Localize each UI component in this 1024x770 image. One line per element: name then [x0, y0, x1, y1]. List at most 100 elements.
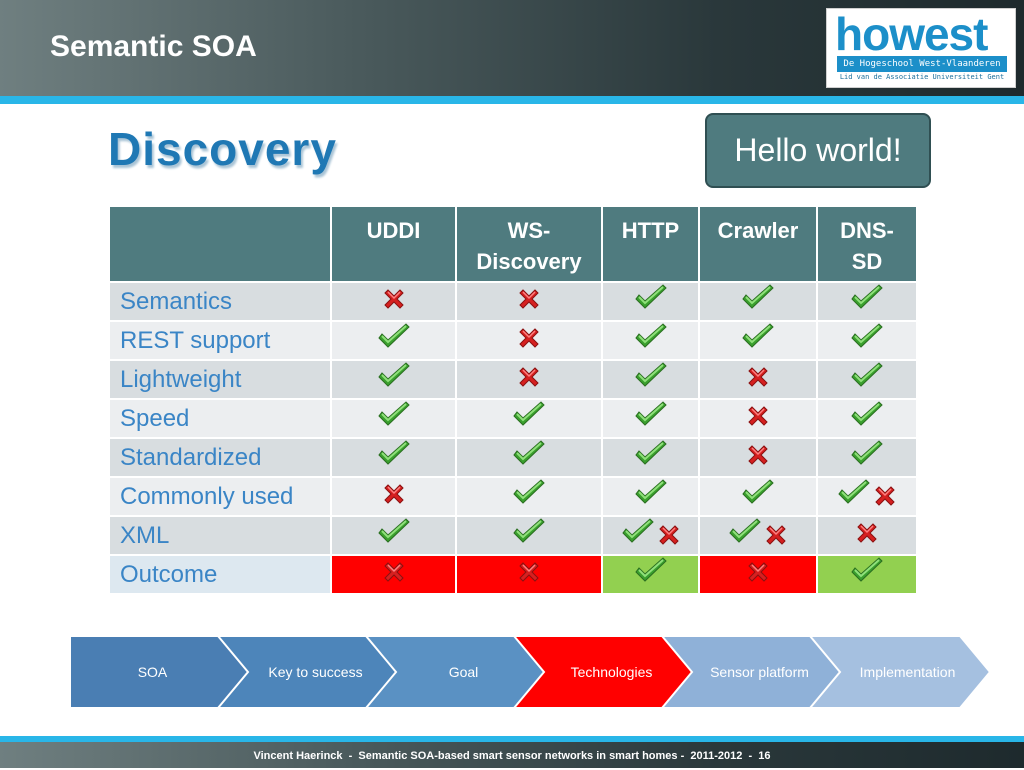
breadcrumb-item-label[interactable]: Sensor platform: [692, 636, 827, 708]
check-icon: [376, 440, 412, 475]
x-icon: [381, 559, 407, 590]
check-icon: [633, 440, 669, 475]
table-cell: [816, 554, 918, 595]
check-icon: [740, 284, 776, 319]
breadcrumb-item-label[interactable]: Implementation: [840, 636, 975, 708]
table-cell: [601, 476, 700, 517]
breadcrumb-item-label[interactable]: SOA: [70, 636, 235, 708]
table-cell: [601, 281, 700, 322]
x-icon: [516, 325, 542, 356]
table-cell: [330, 320, 457, 361]
column-header-label: Crawler: [717, 218, 799, 243]
table-row: REST support: [108, 320, 918, 361]
table-cell: [455, 359, 603, 400]
table-cell: [455, 437, 603, 478]
check-icon: [633, 284, 669, 319]
x-icon: [854, 520, 880, 551]
column-header: Crawler: [698, 205, 818, 283]
table-cell: [455, 320, 603, 361]
check-icon: [633, 479, 669, 514]
column-header-label: WS- Discovery: [476, 218, 582, 274]
table-row: Semantics: [108, 281, 918, 322]
table-cell: [816, 515, 918, 556]
table-cell: [455, 281, 603, 322]
check-icon: [836, 479, 872, 514]
x-icon: [763, 522, 789, 553]
check-icon: [849, 440, 885, 475]
check-icon: [727, 518, 763, 553]
table-cell: [601, 437, 700, 478]
row-label: Commonly used: [108, 476, 332, 517]
x-icon: [516, 559, 542, 590]
table-cell: [601, 515, 700, 556]
slide-footer: Vincent Haerinck - Semantic SOA-based sm…: [0, 742, 1024, 768]
check-icon: [511, 479, 547, 514]
column-header-label: HTTP: [621, 218, 680, 243]
column-header: HTTP: [601, 205, 700, 283]
check-icon: [620, 518, 656, 553]
table-cell: [601, 398, 700, 439]
table-corner-cell: [108, 205, 332, 283]
hello-world-callout: Hello world!: [705, 113, 931, 188]
table-row: Speed: [108, 398, 918, 439]
x-icon: [745, 559, 771, 590]
table-cell: [601, 554, 700, 595]
x-icon: [745, 442, 771, 473]
header-stripe: [0, 96, 1024, 104]
table-cell: [330, 476, 457, 517]
x-icon: [656, 522, 682, 553]
table-cell: [698, 437, 818, 478]
breadcrumb-item-label[interactable]: Technologies: [544, 636, 679, 708]
check-icon: [849, 323, 885, 358]
table-cell: [698, 515, 818, 556]
table-cell: [330, 359, 457, 400]
row-label: Outcome: [108, 554, 332, 595]
column-header: UDDI: [330, 205, 457, 283]
table-cell: [601, 359, 700, 400]
table-cell: [455, 515, 603, 556]
table-cell: [601, 320, 700, 361]
table-cell: [816, 476, 918, 517]
howest-logo: howest De Hogeschool West-Vlaanderen Lid…: [826, 8, 1016, 88]
logo-band: De Hogeschool West-Vlaanderen: [837, 56, 1007, 72]
check-icon: [376, 362, 412, 397]
table-row: Outcome: [108, 554, 918, 595]
check-icon: [376, 401, 412, 436]
table-cell: [816, 437, 918, 478]
check-icon: [849, 362, 885, 397]
check-icon: [376, 323, 412, 358]
check-icon: [740, 479, 776, 514]
column-header: DNS- SD: [816, 205, 918, 283]
table-row: Commonly used: [108, 476, 918, 517]
table-cell: [698, 554, 818, 595]
check-icon: [511, 401, 547, 436]
table-cell: [698, 476, 818, 517]
column-header-label: DNS- SD: [840, 218, 894, 274]
breadcrumb-item-label[interactable]: Goal: [396, 636, 531, 708]
breadcrumb-nav: SOA Key to success Goal Technologies Sensor …: [70, 636, 1000, 708]
check-icon: [633, 323, 669, 358]
column-header: WS- Discovery: [455, 205, 603, 283]
x-icon: [381, 286, 407, 317]
check-icon: [633, 557, 669, 592]
row-label: Lightweight: [108, 359, 332, 400]
table-cell: [330, 281, 457, 322]
breadcrumb-item-label[interactable]: Key to success: [248, 636, 383, 708]
section-heading: Discovery: [108, 123, 337, 175]
check-icon: [376, 518, 412, 553]
table-cell: [816, 320, 918, 361]
row-label: XML: [108, 515, 332, 556]
table-row: XML: [108, 515, 918, 556]
table-cell: [330, 437, 457, 478]
table-cell: [455, 476, 603, 517]
logo-word: howest: [835, 8, 988, 60]
check-icon: [633, 362, 669, 397]
table-cell: [330, 515, 457, 556]
x-icon: [516, 364, 542, 395]
row-label: Standardized: [108, 437, 332, 478]
row-label: Speed: [108, 398, 332, 439]
table-cell: [816, 359, 918, 400]
table-row: Lightweight: [108, 359, 918, 400]
x-icon: [745, 403, 771, 434]
row-label: REST support: [108, 320, 332, 361]
